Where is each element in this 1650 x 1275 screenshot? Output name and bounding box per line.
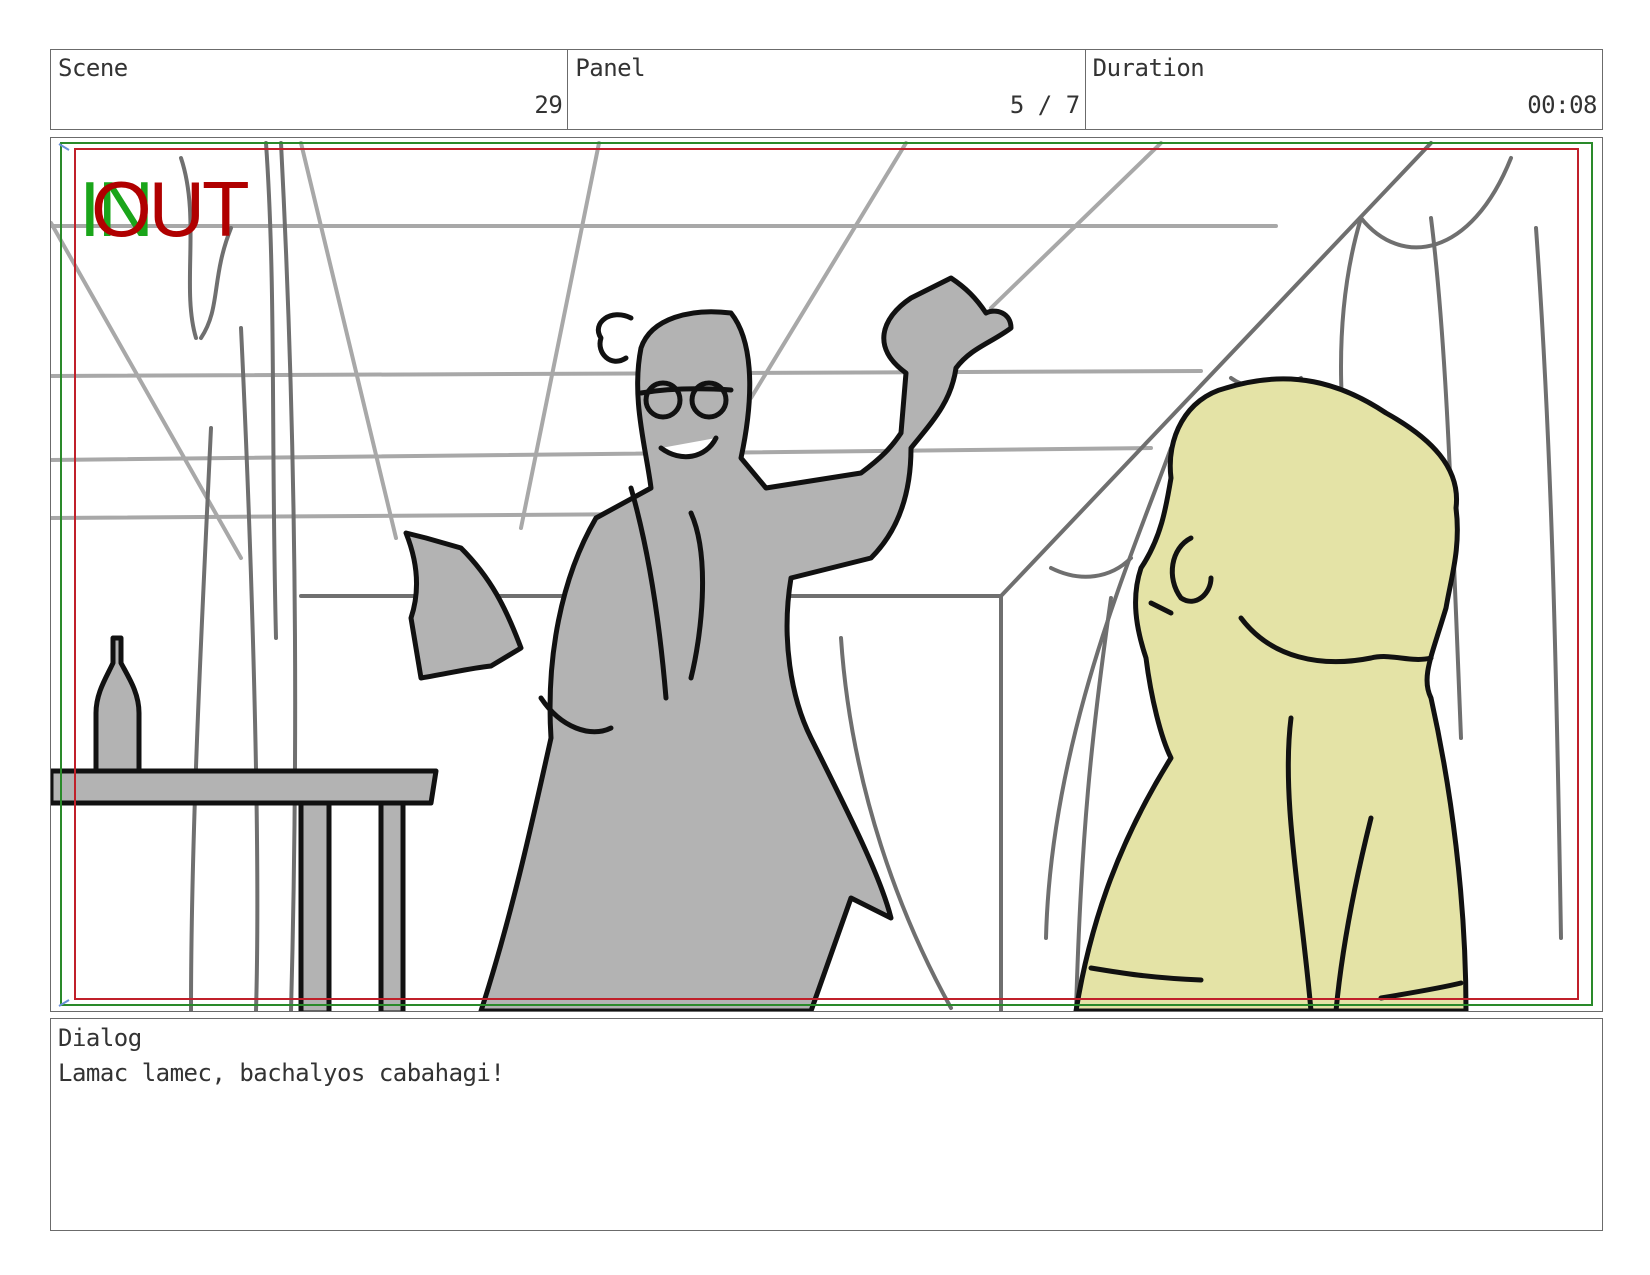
dialog-label: Dialog [58,1024,142,1052]
duration-cell: Duration 00:08 [1086,50,1602,129]
yellow-character [1073,376,1469,1011]
panel-cell: Panel 5 / 7 [568,50,1086,129]
panel-value: 5 / 7 [1009,91,1080,119]
dialog-box: Dialog Lamac lamec, bachalyos cabahagi! [50,1018,1603,1231]
duration-value: 00:08 [1527,91,1597,119]
scene-cell: Scene 29 [51,50,569,129]
storyboard-header: Scene 29 Panel 5 / 7 Duration 00:08 [50,49,1603,130]
dialog-text: Lamac lamec, bachalyos cabahagi! [58,1059,505,1087]
storyboard-panel-frame: IN OUT [50,137,1603,1012]
out-marker-label: OUT [91,165,250,253]
scene-value: 29 [534,91,563,119]
scene-label: Scene [58,54,128,82]
panel-label: Panel [575,54,646,82]
duration-label: Duration [1092,54,1205,82]
table-with-bottle [51,635,439,1011]
gray-character [403,275,1014,1011]
panel-drawing [51,141,1593,1011]
